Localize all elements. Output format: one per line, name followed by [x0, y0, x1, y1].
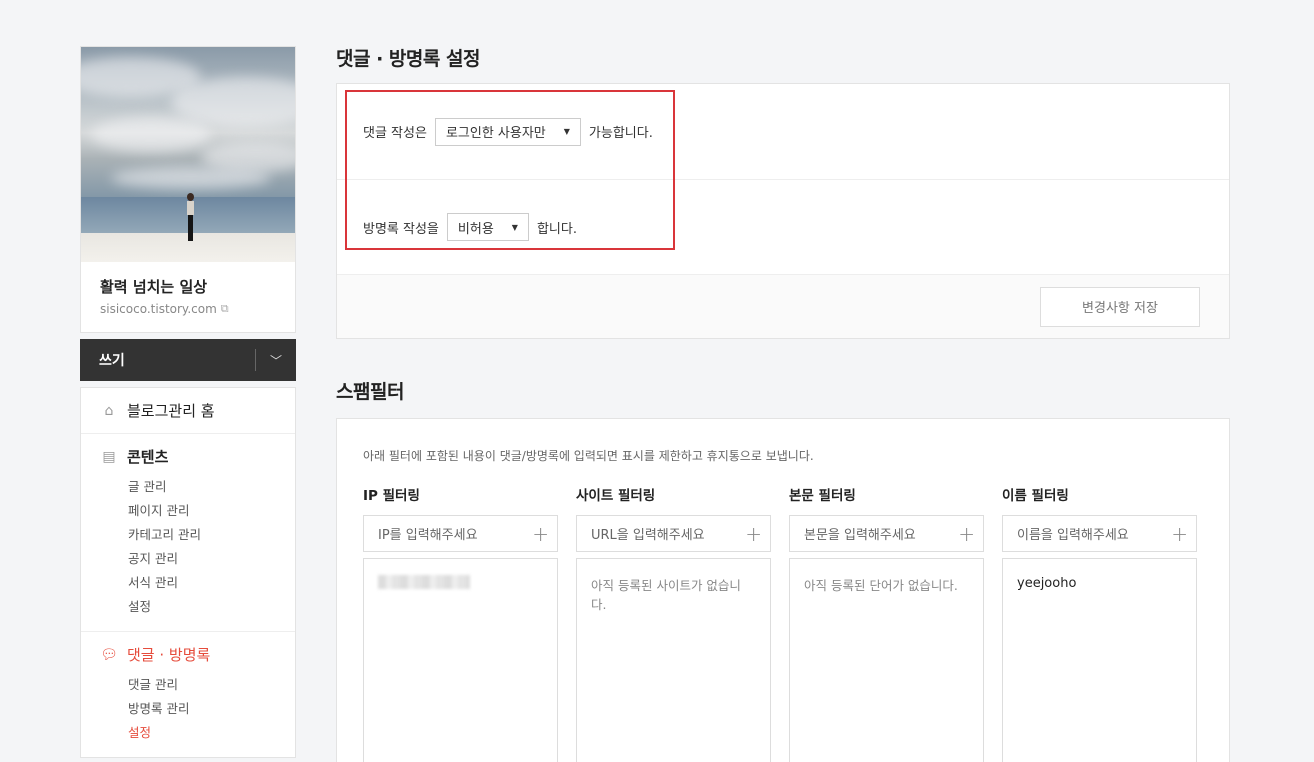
menu-section-comments: 💬︎ 댓글 · 방명록 댓글 관리 방명록 관리 설정: [81, 632, 295, 757]
person-figure: [185, 193, 195, 243]
ip-filter-list: [363, 558, 558, 762]
filter-columns: IP 필터링 IP를 입력해주세요 + 사이트 필터링 URL을 입력해주세요 …: [363, 484, 1203, 762]
caret-down-icon: ▼: [563, 127, 570, 136]
sidebar-item-home-label: 블로그관리 홈: [127, 402, 215, 420]
guestbook-permission-value: 비허용: [457, 221, 494, 237]
main-content: 댓글 · 방명록 설정 댓글 작성은 로그인한 사용자만 ▼ 가능합니다. 방명…: [336, 44, 1230, 762]
ip-filter: IP 필터링 IP를 입력해주세요 +: [363, 484, 558, 762]
guestbook-permission-select[interactable]: 비허용 ▼: [446, 213, 529, 241]
name-filter-entry[interactable]: yeejooho: [1017, 576, 1076, 591]
save-changes-button[interactable]: 변경사항 저장: [1040, 286, 1200, 327]
ip-filter-placeholder: IP를 입력해주세요: [378, 528, 478, 543]
body-filter-list: 아직 등록된 단어가 없습니다.: [789, 558, 984, 762]
plus-icon[interactable]: +: [532, 522, 549, 546]
sidebar-subitem-posts[interactable]: 글 관리: [128, 475, 295, 499]
sidebar-item-content[interactable]: ▤ 콘텐츠: [100, 446, 295, 467]
speech-bubble-icon: 💬︎: [100, 646, 118, 663]
sidebar-subitem-comment-settings[interactable]: 설정: [128, 721, 295, 745]
comment-suffix: 가능합니다.: [588, 126, 653, 141]
sidebar-subitem-guestbook-manage[interactable]: 방명록 관리: [128, 697, 295, 721]
spam-description: 아래 필터에 포함된 내용이 댓글/방명록에 입력되면 표시를 제한하고 휴지통…: [363, 449, 814, 463]
site-filter-placeholder: URL을 입력해주세요: [591, 528, 705, 543]
body-filter: 본문 필터링 본문을 입력해주세요 + 아직 등록된 단어가 없습니다.: [789, 484, 984, 762]
blog-url[interactable]: sisicoco.tistory.com: [100, 302, 217, 316]
body-filter-empty: 아직 등록된 단어가 없습니다.: [804, 578, 958, 593]
settings-panel: 댓글 작성은 로그인한 사용자만 ▼ 가능합니다. 방명록 작성을 비허용 ▼ …: [336, 83, 1230, 339]
external-link-icon[interactable]: ⧉: [221, 302, 229, 316]
body-filter-placeholder: 본문을 입력해주세요: [804, 528, 916, 543]
sidebar-item-comments-label: 댓글 · 방명록: [127, 646, 211, 664]
sidebar-subitem-pages[interactable]: 페이지 관리: [128, 499, 295, 523]
body-filter-label: 본문 필터링: [789, 488, 856, 504]
name-filter-placeholder: 이름을 입력해주세요: [1017, 528, 1129, 543]
blog-url-link[interactable]: sisicoco.tistory.com ⧉: [100, 302, 276, 316]
sidebar-item-content-label: 콘텐츠: [127, 448, 169, 466]
guestbook-suffix: 합니다.: [536, 221, 577, 237]
home-icon: ⌂: [104, 402, 114, 419]
comment-permission-value: 로그인한 사용자만: [445, 126, 546, 141]
plus-icon[interactable]: +: [958, 522, 975, 546]
site-filter-label: 사이트 필터링: [576, 488, 656, 504]
chevron-down-icon[interactable]: ﹀: [256, 352, 296, 369]
site-filter-list: 아직 등록된 사이트가 없습니다.: [576, 558, 771, 762]
sidebar-menu: ⌂ 블로그관리 홈 ▤ 콘텐츠 글 관리 페이지 관리 카테고리 관리 공지 관…: [80, 387, 296, 758]
sidebar-item-home[interactable]: ⌂ 블로그관리 홈: [100, 400, 295, 421]
sidebar: 활력 넘치는 일상 sisicoco.tistory.com ⧉ 쓰기 ﹀ ⌂ …: [80, 46, 296, 758]
blog-profile-card: 활력 넘치는 일상 sisicoco.tistory.com ⧉: [80, 46, 296, 333]
blog-title[interactable]: 활력 넘치는 일상: [100, 276, 276, 297]
sidebar-subitem-templates[interactable]: 서식 관리: [128, 571, 295, 595]
name-filter-input[interactable]: 이름을 입력해주세요 +: [1002, 515, 1197, 552]
site-filter: 사이트 필터링 URL을 입력해주세요 + 아직 등록된 사이트가 없습니다.: [576, 484, 771, 762]
sidebar-item-comments[interactable]: 💬︎ 댓글 · 방명록: [100, 644, 295, 665]
site-filter-empty: 아직 등록된 사이트가 없습니다.: [591, 578, 741, 612]
sidebar-subitem-content-settings[interactable]: 설정: [128, 595, 295, 619]
comment-setting-row: 댓글 작성은 로그인한 사용자만 ▼ 가능합니다.: [337, 84, 1229, 179]
plus-icon[interactable]: +: [1171, 522, 1188, 546]
spam-filter-title: 스팸필터: [336, 381, 404, 403]
comment-permission-select[interactable]: 로그인한 사용자만 ▼: [434, 117, 581, 146]
spam-filter-panel: 아래 필터에 포함된 내용이 댓글/방명록에 입력되면 표시를 제한하고 휴지통…: [336, 418, 1230, 762]
settings-footer: 변경사항 저장: [337, 274, 1229, 338]
name-filter-list: yeejooho: [1002, 558, 1197, 762]
document-icon: ▤: [102, 448, 116, 465]
site-filter-input[interactable]: URL을 입력해주세요 +: [576, 515, 771, 552]
name-filter: 이름 필터링 이름을 입력해주세요 + yeejooho: [1002, 484, 1197, 762]
guestbook-setting-row: 방명록 작성을 비허용 ▼ 합니다.: [337, 179, 1229, 274]
write-bar: 쓰기 ﹀: [80, 339, 296, 381]
sidebar-subitem-notices[interactable]: 공지 관리: [128, 547, 295, 571]
blog-cover-image[interactable]: [81, 47, 295, 262]
plus-icon[interactable]: +: [745, 522, 762, 546]
write-button[interactable]: 쓰기: [80, 350, 255, 370]
body-filter-input[interactable]: 본문을 입력해주세요 +: [789, 515, 984, 552]
page-title: 댓글 · 방명록 설정: [336, 48, 480, 70]
name-filter-label: 이름 필터링: [1002, 488, 1069, 504]
guestbook-prefix: 방명록 작성을: [363, 221, 439, 237]
sidebar-subitem-comment-manage[interactable]: 댓글 관리: [128, 673, 295, 697]
blurred-ip-entry[interactable]: [378, 575, 470, 589]
ip-filter-label: IP 필터링: [363, 488, 420, 504]
sidebar-subitem-categories[interactable]: 카테고리 관리: [128, 523, 295, 547]
caret-down-icon: ▼: [511, 222, 518, 232]
menu-section-content: ▤ 콘텐츠 글 관리 페이지 관리 카테고리 관리 공지 관리 서식 관리 설정: [81, 434, 295, 632]
ip-filter-input[interactable]: IP를 입력해주세요 +: [363, 515, 558, 552]
comment-prefix: 댓글 작성은: [363, 126, 427, 141]
menu-section-home: ⌂ 블로그관리 홈: [81, 388, 295, 434]
